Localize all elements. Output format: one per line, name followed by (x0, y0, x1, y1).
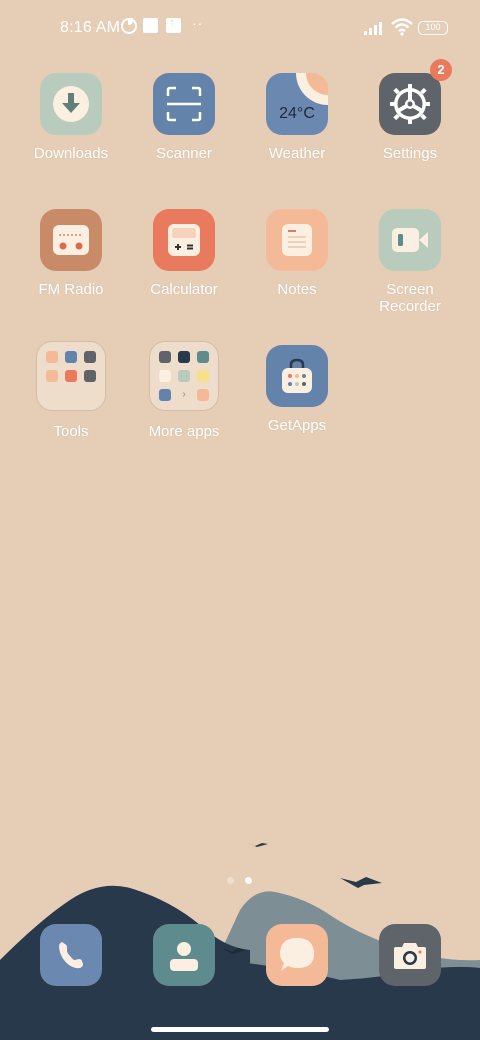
folder-more-apps[interactable]: › More apps (128, 341, 240, 440)
app-label: FM Radio (38, 281, 104, 298)
notification-badge: 2 (430, 59, 452, 81)
page-dot-active[interactable] (245, 877, 252, 884)
contact-icon (170, 942, 198, 971)
folder-icon: › (149, 341, 219, 411)
status-bar: 8:16 AM ·· 100 (0, 0, 480, 56)
app-label: Settings (382, 145, 438, 162)
gear-icon: 2 (379, 59, 452, 135)
download-icon (40, 73, 102, 135)
app-label: Weather (268, 145, 326, 162)
data-saver-icon (121, 18, 137, 34)
dock-messages[interactable] (266, 924, 328, 986)
weather-icon: 24°C (266, 73, 328, 135)
app-getapps[interactable]: GetApps (241, 345, 353, 434)
notification-square-icon (143, 18, 158, 33)
app-notes[interactable]: Notes (241, 209, 353, 298)
app-label: Tools (53, 423, 89, 440)
folder-icon (36, 341, 106, 411)
app-calculator[interactable]: Calculator (128, 209, 240, 298)
chat-bubble-icon (280, 938, 314, 971)
video-camera-icon (379, 209, 441, 271)
app-label: GetApps (267, 417, 327, 434)
app-screen-recorder[interactable]: Screen Recorder (354, 209, 466, 315)
dock-camera[interactable] (379, 924, 441, 986)
camera-icon (394, 943, 426, 969)
app-label: Notes (277, 281, 317, 298)
app-label: Calculator (150, 281, 218, 298)
page-dot[interactable] (227, 877, 234, 884)
shopping-bag-icon (266, 345, 328, 407)
phone-icon (59, 942, 83, 969)
app-label: Downloads (33, 145, 109, 162)
calculator-icon (153, 209, 215, 271)
app-label: Scanner (156, 145, 212, 162)
notes-icon (266, 209, 328, 271)
app-label: Screen Recorder (379, 281, 441, 315)
upload-icon (166, 15, 181, 33)
app-scanner[interactable]: Scanner (128, 73, 240, 162)
battery-icon: 100 (418, 21, 448, 35)
weather-temp: 24°C (279, 105, 315, 122)
more-notifications-icon: ·· (192, 15, 204, 31)
app-fm-radio[interactable]: FM Radio (15, 209, 127, 298)
signal-icon (364, 22, 382, 35)
app-label: More apps (148, 423, 220, 440)
app-downloads[interactable]: Downloads (15, 73, 127, 162)
wifi-icon (391, 18, 413, 36)
dock-contacts[interactable] (153, 924, 215, 986)
scanner-icon (153, 73, 215, 135)
dock-phone[interactable] (40, 924, 102, 986)
app-settings[interactable]: 2 Settings (354, 59, 466, 162)
app-weather[interactable]: 24°C Weather (241, 73, 353, 162)
folder-tools[interactable]: Tools (15, 341, 127, 440)
home-indicator-bar[interactable] (151, 1027, 329, 1032)
status-time: 8:16 AM (60, 19, 121, 36)
radio-icon (40, 209, 102, 271)
